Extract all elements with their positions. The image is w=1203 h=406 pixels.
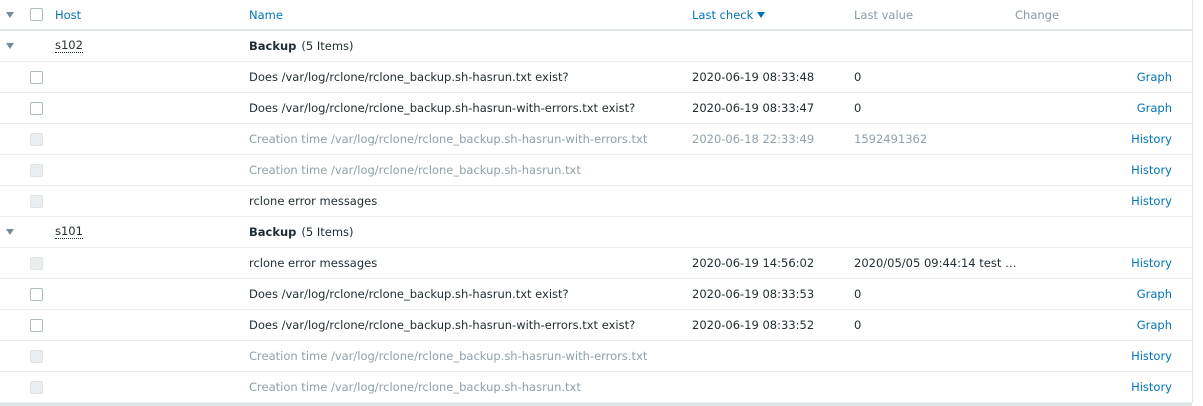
- item-last-check: 2020-06-19 08:33:47: [692, 101, 815, 115]
- group-row: s101 Backup (5 Items): [0, 217, 1192, 248]
- row-checkbox: [30, 163, 43, 177]
- application-name: Backup: [249, 225, 297, 239]
- chevron-down-icon: [6, 229, 14, 235]
- item-action-link[interactable]: Graph: [1137, 62, 1172, 92]
- chevron-down-icon: [6, 11, 14, 18]
- item-action-link[interactable]: History: [1131, 372, 1172, 402]
- row-checkbox: [30, 194, 43, 208]
- item-name: Creation time /var/log/rclone/rclone_bac…: [249, 380, 581, 394]
- application-label: Backup (5 Items): [249, 217, 354, 247]
- item-action-link[interactable]: Graph: [1137, 93, 1172, 123]
- item-name: Creation time /var/log/rclone/rclone_bac…: [249, 132, 648, 146]
- item-action-link[interactable]: Graph: [1137, 310, 1172, 340]
- item-last-value: 0: [854, 318, 862, 332]
- column-last-check-label: Last check: [692, 7, 754, 22]
- item-last-check: 2020-06-19 14:56:02: [692, 256, 815, 270]
- item-action-link[interactable]: History: [1131, 186, 1172, 216]
- item-action-link[interactable]: History: [1131, 248, 1172, 278]
- item-last-value: 0: [854, 101, 862, 115]
- column-change: Change: [1015, 7, 1060, 22]
- item-last-check: 2020-06-19 08:33:48: [692, 70, 815, 84]
- table-row: Does /var/log/rclone/rclone_backup.sh-ha…: [0, 93, 1192, 124]
- item-name: Does /var/log/rclone/rclone_backup.sh-ha…: [249, 287, 569, 301]
- item-name: Creation time /var/log/rclone/rclone_bac…: [249, 349, 648, 363]
- item-last-value: 0: [854, 70, 862, 84]
- row-checkbox[interactable]: [30, 70, 43, 84]
- table-row: rclone error messages 2020-06-19 14:56:02…: [0, 248, 1192, 279]
- item-name: rclone error messages: [249, 256, 378, 270]
- application-label: Backup (5 Items): [249, 31, 354, 61]
- row-checkbox[interactable]: [30, 287, 43, 301]
- item-last-value: 1592491362: [854, 132, 928, 146]
- item-action-link[interactable]: History: [1131, 155, 1172, 185]
- table-header: Host Name Last check Last value Change: [0, 0, 1192, 31]
- row-checkbox: [30, 349, 43, 363]
- item-action-link[interactable]: History: [1131, 124, 1172, 154]
- table-row: Creation time /var/log/rclone/rclone_bac…: [0, 341, 1192, 372]
- column-last-value: Last value: [854, 7, 914, 22]
- row-checkbox: [30, 132, 43, 146]
- item-action-link[interactable]: Graph: [1137, 279, 1172, 309]
- item-name: Does /var/log/rclone/rclone_backup.sh-ha…: [249, 318, 636, 332]
- group-collapse-toggle[interactable]: [6, 31, 14, 61]
- latest-data-table: Host Name Last check Last value Change s…: [0, 0, 1193, 403]
- table-row: Creation time /var/log/rclone/rclone_bac…: [0, 155, 1192, 186]
- table-row: Does /var/log/rclone/rclone_backup.sh-ha…: [0, 279, 1192, 310]
- table-row: rclone error messages History: [0, 186, 1192, 217]
- item-last-value: 2020/05/05 09:44:14 test …: [854, 256, 1017, 270]
- group-row: s102 Backup (5 Items): [0, 31, 1192, 62]
- item-last-check: 2020-06-19 08:33:53: [692, 287, 815, 301]
- item-count: (5 Items): [301, 225, 354, 239]
- item-last-check: 2020-06-18 22:33:49: [692, 132, 815, 146]
- item-name: Does /var/log/rclone/rclone_backup.sh-ha…: [249, 70, 569, 84]
- sort-desc-icon: [757, 12, 766, 18]
- item-name: rclone error messages: [249, 194, 378, 208]
- item-name: Does /var/log/rclone/rclone_backup.sh-ha…: [249, 101, 636, 115]
- row-checkbox[interactable]: [30, 318, 43, 332]
- row-checkbox: [30, 256, 43, 270]
- item-action-link[interactable]: History: [1131, 341, 1172, 371]
- table-row: Creation time /var/log/rclone/rclone_bac…: [0, 124, 1192, 155]
- item-last-value: 0: [854, 287, 862, 301]
- column-name[interactable]: Name: [249, 0, 283, 29]
- item-last-check: 2020-06-19 08:33:52: [692, 318, 815, 332]
- host-name[interactable]: s101: [55, 225, 83, 239]
- application-name: Backup: [249, 39, 297, 53]
- column-host[interactable]: Host: [55, 0, 81, 29]
- chevron-down-icon: [6, 43, 14, 49]
- column-last-check[interactable]: Last check: [692, 0, 766, 29]
- group-collapse-toggle[interactable]: [6, 217, 14, 247]
- row-checkbox: [30, 380, 43, 394]
- item-name: Creation time /var/log/rclone/rclone_bac…: [249, 163, 581, 177]
- item-count: (5 Items): [301, 39, 354, 53]
- host-name[interactable]: s102: [55, 39, 83, 53]
- table-row: Does /var/log/rclone/rclone_backup.sh-ha…: [0, 62, 1192, 93]
- collapse-all-toggle[interactable]: [6, 0, 14, 29]
- row-checkbox[interactable]: [30, 101, 43, 115]
- table-row: Creation time /var/log/rclone/rclone_bac…: [0, 372, 1192, 403]
- select-all-checkbox[interactable]: [30, 8, 43, 21]
- table-row: Does /var/log/rclone/rclone_backup.sh-ha…: [0, 310, 1192, 341]
